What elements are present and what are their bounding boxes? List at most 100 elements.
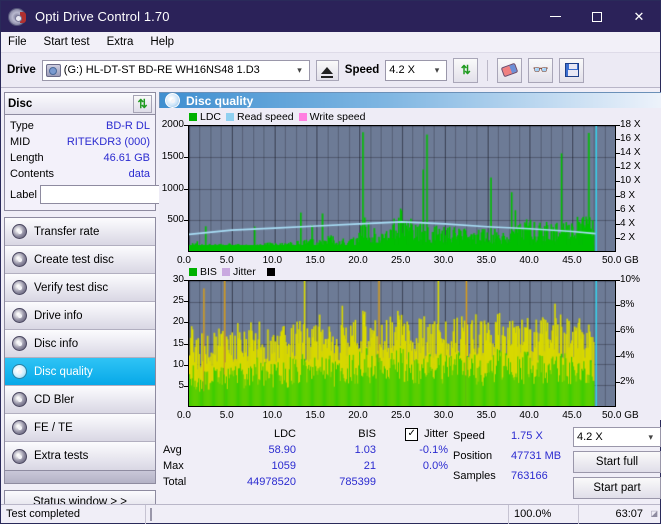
glasses-icon: 👓 — [532, 62, 549, 77]
disc-panel: Disc ⇅ Type BD-R DL MID RITEKDR3 (000) L… — [4, 92, 242, 211]
y2-axis-tick — [616, 381, 620, 383]
y2-axis-tick — [616, 167, 620, 169]
x-axis-tick-label: 40.0 — [519, 255, 539, 266]
disc-mid-value: RITEKDR3 (000) — [66, 136, 150, 148]
sidebar-item-label: Drive info — [34, 309, 83, 322]
bis-chart[interactable]: 30 25 20 15 10 5 10% 8% 6% 4% 2% 0.0 5.0 10.0 15.0 20.0… — [159, 274, 661, 421]
run-position-row: Position 47731 MB — [453, 446, 573, 466]
run-info-values: Speed 1.75 X Position 47731 MB Samples 7… — [453, 426, 573, 499]
eraser-icon — [501, 62, 519, 78]
start-part-button[interactable]: Start part — [573, 477, 661, 499]
sidebar-item-transfer-rate[interactable]: Transfer rate — [5, 218, 155, 246]
ldc-chart[interactable]: 2000 1500 1000 500 18 X 16 X 14 X 12 X 10 X 8 X 6 … — [159, 119, 661, 266]
sidebar-item-label: FE / TE — [34, 421, 73, 434]
y-axis-tick — [184, 322, 188, 324]
test-speed-value: 4.2 X — [577, 431, 603, 443]
y-axis-tick — [184, 220, 188, 222]
stats-max-jitter: 0.0% — [422, 460, 448, 472]
status-bar: Test completed 100.0% 63:07 ◪ — [1, 504, 660, 524]
sidebar-item-extra-tests[interactable]: Extra tests — [5, 442, 155, 470]
marker-icon — [266, 267, 275, 276]
stats-header-row: LDC BIS ✓ Jitter — [163, 426, 453, 442]
jitter-checkbox[interactable]: ✓ — [405, 427, 419, 441]
legend-label: Write speed — [309, 110, 366, 123]
close-button[interactable]: ✕ — [618, 1, 660, 32]
content-header: Disc quality — [159, 92, 661, 108]
y2-axis-tick — [616, 195, 620, 197]
x-axis-tick-label: 45.0 — [562, 410, 582, 421]
menu-item-start-test[interactable]: Start test — [44, 34, 99, 50]
disc-length-label: Length — [10, 152, 44, 164]
disc-mid-label: MID — [10, 136, 31, 148]
scan-button[interactable]: 👓 — [528, 57, 554, 83]
stats-row-max: Max 1059 21 0.0% — [163, 458, 453, 474]
stats-max-ldc: 1059 — [271, 460, 296, 472]
sidebar-item-cd-bler[interactable]: CD Bler — [5, 386, 155, 414]
sidebar-item-create-test-disc[interactable]: Create test disc — [5, 246, 155, 274]
bis-plot-area — [188, 280, 616, 407]
chevron-down-icon: ▾ — [648, 431, 653, 442]
test-speed-select[interactable]: 4.2 X ▾ — [573, 427, 661, 447]
run-speed-label: Speed — [453, 430, 485, 442]
speed-select-value: 4.2 X — [389, 64, 415, 76]
y-axis-tick — [184, 280, 188, 281]
start-full-button[interactable]: Start full — [573, 451, 661, 473]
x-axis-tick-label: 0.0 — [177, 410, 191, 421]
save-icon — [564, 63, 579, 77]
disc-contents-label: Contents — [10, 168, 55, 180]
x-axis-tick-label: 5.0 — [219, 255, 234, 266]
x-axis-tick-label: 20.0 — [348, 410, 368, 421]
drive-select[interactable]: (G:) HL-DT-ST BD-RE WH16NS48 1.D3 ▾ — [41, 59, 310, 81]
minimize-button[interactable] — [534, 1, 576, 32]
disc-icon — [12, 280, 27, 295]
disc-contents-value: data — [128, 168, 150, 180]
y-axis-tick-label: 30 — [172, 274, 184, 285]
legend-label: Jitter — [232, 265, 256, 278]
stats-max-bis: 21 — [363, 460, 376, 472]
disc-quality-icon — [165, 93, 180, 108]
sidebar-item-disc-quality[interactable]: Disc quality — [5, 358, 155, 386]
stats-row-label: Total — [163, 476, 187, 488]
y-axis-tick — [184, 343, 188, 345]
sidebar-item-verify-test-disc[interactable]: Verify test disc — [5, 274, 155, 302]
sidebar-item-drive-info[interactable]: Drive info — [5, 302, 155, 330]
y2-axis-tick-label: 16 X — [620, 133, 641, 145]
menu-item-extra[interactable]: Extra — [107, 34, 143, 50]
refresh-icon: ⇅ — [460, 63, 471, 77]
speed-select[interactable]: 4.2 X ▾ — [385, 59, 448, 81]
sidebar: Disc ⇅ Type BD-R DL MID RITEKDR3 (000) L… — [1, 88, 242, 514]
legend-label: BIS — [200, 265, 217, 278]
sidebar-item-disc-info[interactable]: Disc info — [5, 330, 155, 358]
disc-icon — [12, 392, 27, 407]
stats-area: LDC BIS ✓ Jitter Avg 58.90 1.03 -0.1% Ma… — [159, 420, 661, 499]
stats-table: LDC BIS ✓ Jitter Avg 58.90 1.03 -0.1% Ma… — [163, 426, 453, 499]
menu-item-help[interactable]: Help — [150, 34, 183, 50]
progress-bar — [150, 507, 152, 521]
sidebar-item-label: Create test disc — [34, 253, 114, 266]
y-axis-tick-label: 20 — [172, 316, 184, 328]
y-axis-tick — [184, 125, 188, 126]
disc-refresh-button[interactable]: ⇅ — [133, 94, 152, 113]
y2-axis-tick-label: 6 X — [620, 203, 636, 215]
title-bar: Opti Drive Control 1.70 ✕ — [1, 1, 660, 32]
chevron-down-icon: ▾ — [297, 64, 302, 75]
disc-icon — [12, 252, 27, 267]
eject-button[interactable] — [315, 59, 339, 81]
save-button[interactable] — [559, 57, 585, 83]
sidebar-item-fe-te[interactable]: FE / TE — [5, 414, 155, 442]
erase-button[interactable] — [497, 57, 523, 83]
maximize-button[interactable] — [576, 1, 618, 32]
y2-axis-tick-label: 4 X — [620, 217, 636, 229]
legend-swatch-icon — [226, 112, 235, 121]
stats-total-ldc: 44978520 — [247, 476, 296, 488]
refresh-drive-button[interactable]: ⇅ — [453, 57, 479, 83]
run-speed-value: 1.75 X — [511, 430, 543, 442]
eject-icon — [321, 66, 334, 78]
x-axis-tick-label: 50.0 GB — [602, 410, 639, 421]
menu-item-file[interactable]: File — [8, 34, 36, 50]
jitter-toggle[interactable]: ✓ Jitter — [376, 427, 448, 441]
resize-grip[interactable]: ◪ — [648, 509, 660, 520]
legend-item-bis: BIS — [189, 266, 217, 278]
y2-axis-tick — [616, 223, 620, 225]
x-axis-tick-label: 10.0 — [262, 410, 283, 421]
